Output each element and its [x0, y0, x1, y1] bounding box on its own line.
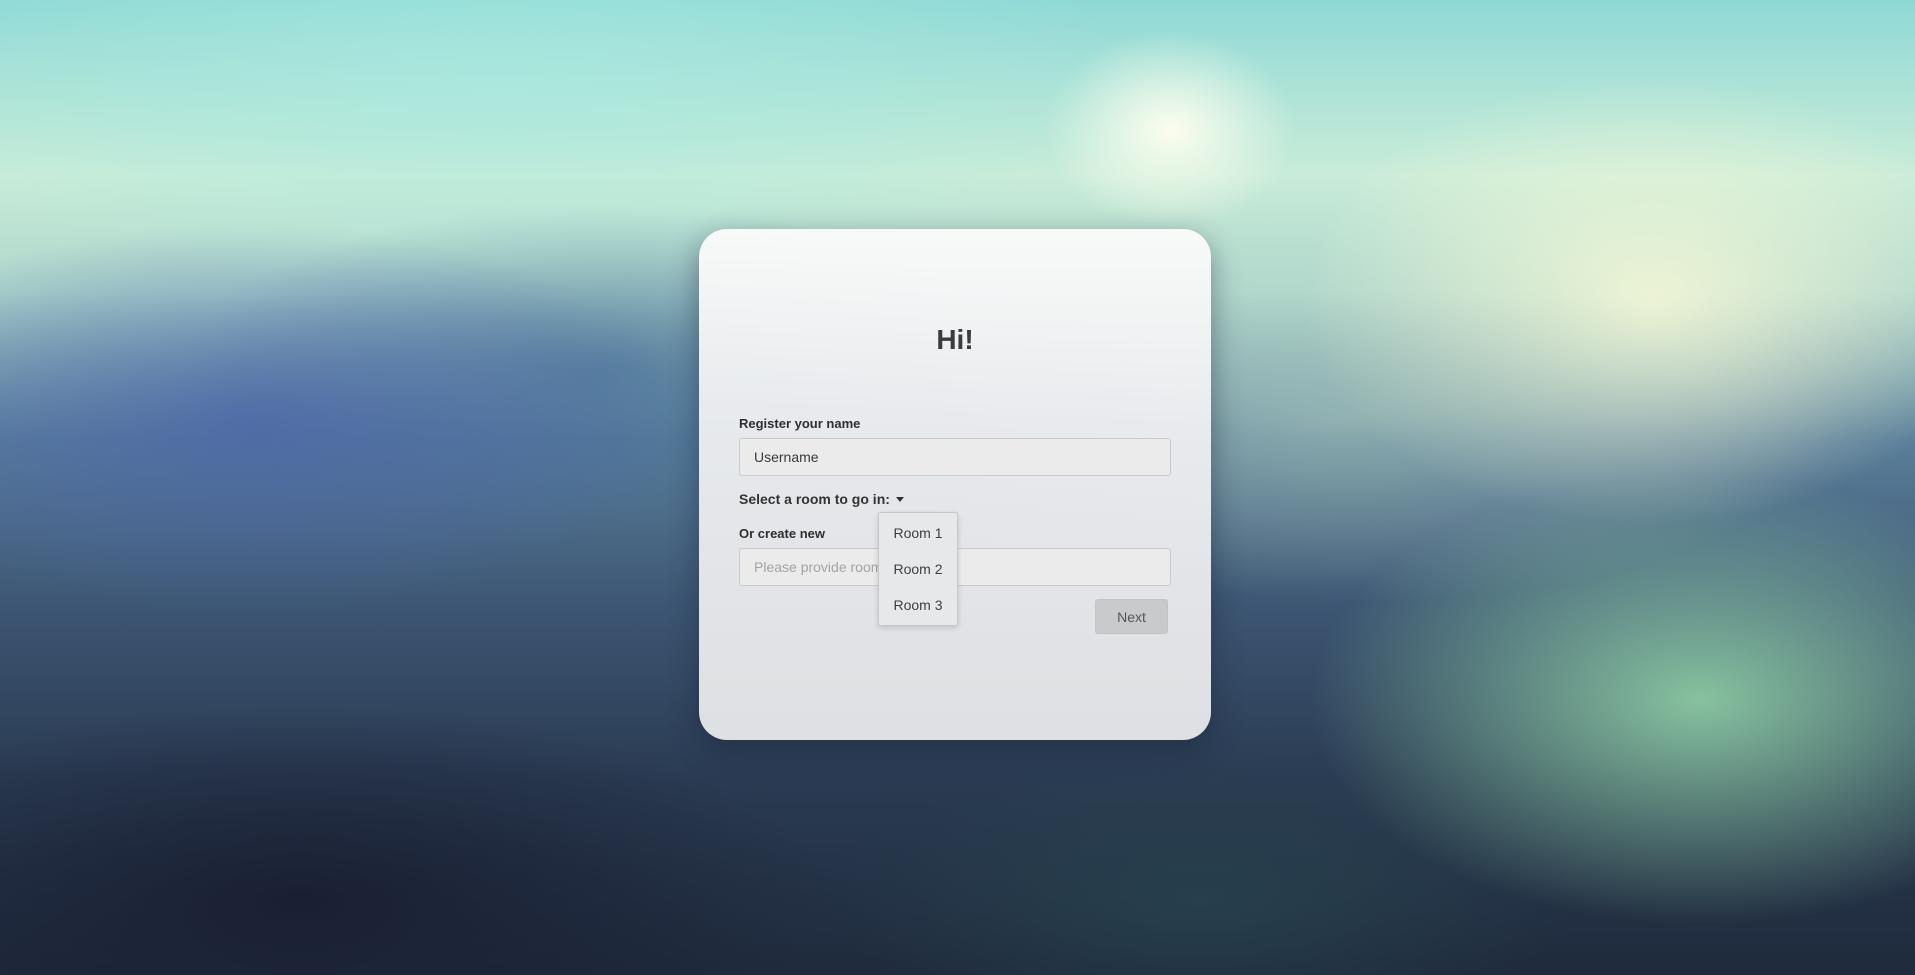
create-room-label: Or create new — [739, 526, 825, 541]
room-select-dropdown-toggle[interactable]: Select a room to go in: — [739, 491, 904, 507]
login-card: Hi! Register your name Select a room to … — [699, 229, 1211, 740]
room-option-2[interactable]: Room 2 — [879, 551, 957, 587]
room-option-1[interactable]: Room 1 — [879, 515, 957, 551]
name-label: Register your name — [739, 416, 861, 431]
page-title: Hi! — [936, 324, 974, 355]
next-button[interactable]: Next — [1095, 599, 1168, 634]
caret-down-icon — [895, 496, 904, 502]
username-input[interactable] — [739, 438, 1171, 476]
room-select-label: Select a room to go in: — [739, 491, 890, 507]
room-dropdown-menu: Room 1 Room 2 Room 3 — [878, 512, 958, 626]
room-option-3[interactable]: Room 3 — [879, 587, 957, 623]
